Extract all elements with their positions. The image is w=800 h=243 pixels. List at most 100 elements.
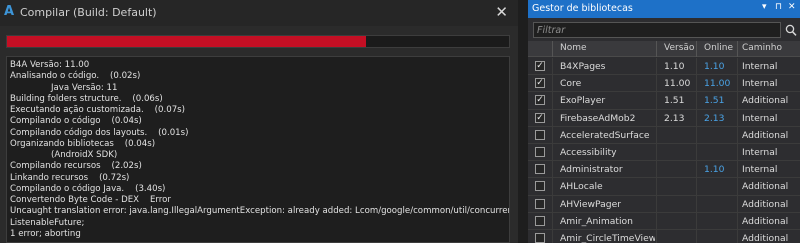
dropdown-icon[interactable]: ▾	[762, 2, 767, 12]
library-name: Amir_CircleTimeView	[560, 233, 655, 243]
library-row[interactable]: AcceleratedSurface Additional	[528, 127, 800, 144]
library-online-version: 1.10	[704, 61, 725, 72]
log-line: Analisando o código. (0.02s)	[10, 71, 141, 82]
library-manager-title: Gestor de bibliotecas	[532, 3, 633, 14]
library-path: Internal	[742, 61, 778, 72]
library-name: AcceleratedSurface	[560, 129, 650, 141]
column-header-online[interactable]: Online	[704, 43, 733, 53]
library-checkbox[interactable]	[535, 147, 545, 157]
library-table: Nome Versão Online Caminho ✓ B4XPages 1.10…	[528, 41, 800, 243]
compile-dialog-title: Compilar (Build: Default)	[20, 6, 157, 19]
library-row[interactable]: Administrator 1.10 Internal	[528, 161, 800, 179]
log-line: Linkando recursos (0.72s)	[10, 172, 130, 183]
checkmark-icon[interactable]: ✓	[535, 61, 545, 71]
library-row[interactable]: ✓ FirebaseAdMob2 2.13 2.13 Internal	[528, 110, 800, 127]
library-name: Accessibility	[560, 147, 617, 158]
log-line: 1 error; aborting	[10, 228, 81, 239]
library-name: B4XPages	[560, 61, 606, 72]
log-line: Compilando o código (0.04s)	[10, 116, 142, 127]
library-path: Additional	[742, 95, 789, 107]
close-icon[interactable]: ✕	[788, 2, 796, 12]
column-divider[interactable]	[656, 41, 657, 57]
library-name: AHViewPager	[560, 198, 622, 210]
log-line: Convertendo Byte Code - DEX Error	[10, 195, 171, 205]
column-header-version[interactable]: Versão	[664, 43, 694, 53]
compile-dialog: A Compilar (Build: Default) ✕ B4A Versão…	[0, 0, 518, 243]
library-name: Administrator	[560, 164, 623, 176]
log-line: Compilando código dos layouts. (0.01s)	[10, 127, 189, 138]
compile-progress-bar	[6, 35, 510, 48]
library-path: Additional	[742, 181, 789, 193]
grid-divider	[552, 58, 553, 243]
library-path: Additional	[742, 129, 789, 141]
b4a-logo-icon: A	[4, 4, 15, 19]
library-version: 11.00	[664, 78, 691, 90]
log-line: Uncaught translation error: java.lang.Il…	[10, 206, 510, 217]
library-checkbox[interactable]	[535, 233, 545, 243]
grid-divider	[696, 58, 697, 243]
filter-input[interactable]	[534, 23, 780, 37]
library-version: 1.10	[664, 61, 685, 72]
library-name: FirebaseAdMob2	[560, 112, 636, 124]
checkmark-icon[interactable]: ✓	[535, 95, 545, 106]
column-divider[interactable]	[737, 41, 738, 57]
checkmark-icon[interactable]: ✓	[535, 78, 545, 89]
library-row[interactable]: Accessibility Internal	[528, 144, 800, 162]
library-path: Additional	[742, 233, 789, 243]
library-version: 2.13	[664, 112, 685, 124]
library-name: ExoPlayer	[560, 95, 606, 107]
library-row[interactable]: Amir_Animation Additional	[528, 213, 800, 230]
log-line: Compilando recursos (2.02s)	[10, 161, 142, 172]
library-row[interactable]: Amir_CircleTimeView Additional	[528, 230, 800, 243]
library-path: Internal	[742, 78, 778, 90]
library-path: Additional	[742, 215, 789, 227]
library-path: Additional	[742, 198, 789, 210]
library-path: Internal	[742, 164, 778, 176]
log-line: Executando ação customizada. (0.07s)	[10, 105, 185, 115]
log-line: Organizando bibliotecas (0.04s)	[10, 138, 156, 149]
library-name: Amir_Animation	[560, 215, 633, 227]
filter-field[interactable]	[533, 22, 781, 38]
library-manager-titlebar: Gestor de bibliotecas ▾ ⊓ ✕	[528, 0, 800, 18]
column-divider[interactable]	[552, 41, 553, 57]
library-row[interactable]: ✓ B4XPages 1.10 1.10 Internal	[528, 58, 800, 76]
log-line: Compilando o código Java. (3.40s)	[10, 183, 166, 194]
search-icon[interactable]	[784, 22, 798, 38]
library-checkbox[interactable]	[535, 215, 545, 226]
library-checkbox[interactable]	[535, 198, 545, 209]
log-line: (AndroidX SDK)	[10, 150, 118, 160]
library-path: Internal	[742, 112, 778, 124]
library-manager-panel: Gestor de bibliotecas ▾ ⊓ ✕ Nome Versão …	[528, 0, 800, 243]
library-checkbox[interactable]	[535, 129, 545, 140]
log-line: B4A Versão: 11.00	[10, 60, 90, 70]
log-line: Java Versão: 11	[10, 82, 118, 93]
library-row[interactable]: AHLocale Additional	[528, 178, 800, 196]
library-checkbox[interactable]	[535, 181, 545, 192]
compile-titlebar: A Compilar (Build: Default) ✕	[0, 0, 518, 26]
pin-icon[interactable]: ⊓	[775, 2, 782, 12]
library-online-version: 1.51	[704, 95, 725, 107]
library-online-version: 11.00	[704, 78, 731, 90]
library-row[interactable]: AHViewPager Additional	[528, 196, 800, 213]
library-row[interactable]: ✓ Core 11.00 11.00 Internal	[528, 75, 800, 93]
library-path: Internal	[742, 147, 778, 158]
library-online-version: 2.13	[704, 112, 725, 124]
progress-fill	[7, 36, 366, 47]
library-row[interactable]: ✓ ExoPlayer 1.51 1.51 Additional	[528, 92, 800, 110]
library-online-version: 1.10	[704, 164, 725, 176]
library-name: Core	[560, 78, 582, 90]
column-header-name[interactable]: Nome	[560, 43, 587, 53]
grid-divider	[656, 58, 657, 243]
log-line: ListenableFuture;	[10, 217, 85, 228]
column-divider[interactable]	[696, 41, 697, 57]
log-line: Building folders structure. (0.06s)	[10, 93, 163, 104]
table-header: Nome Versão Online Caminho	[528, 41, 800, 57]
library-version: 1.51	[664, 95, 685, 107]
column-header-path[interactable]: Caminho	[742, 43, 782, 53]
close-icon[interactable]: ✕	[495, 3, 508, 21]
library-checkbox[interactable]	[535, 164, 545, 175]
grid-divider	[737, 58, 738, 243]
library-name: AHLocale	[560, 181, 603, 193]
checkmark-icon[interactable]: ✓	[535, 112, 545, 123]
compile-log[interactable]: B4A Versão: 11.00 Analisando o código. (0…	[6, 56, 510, 243]
